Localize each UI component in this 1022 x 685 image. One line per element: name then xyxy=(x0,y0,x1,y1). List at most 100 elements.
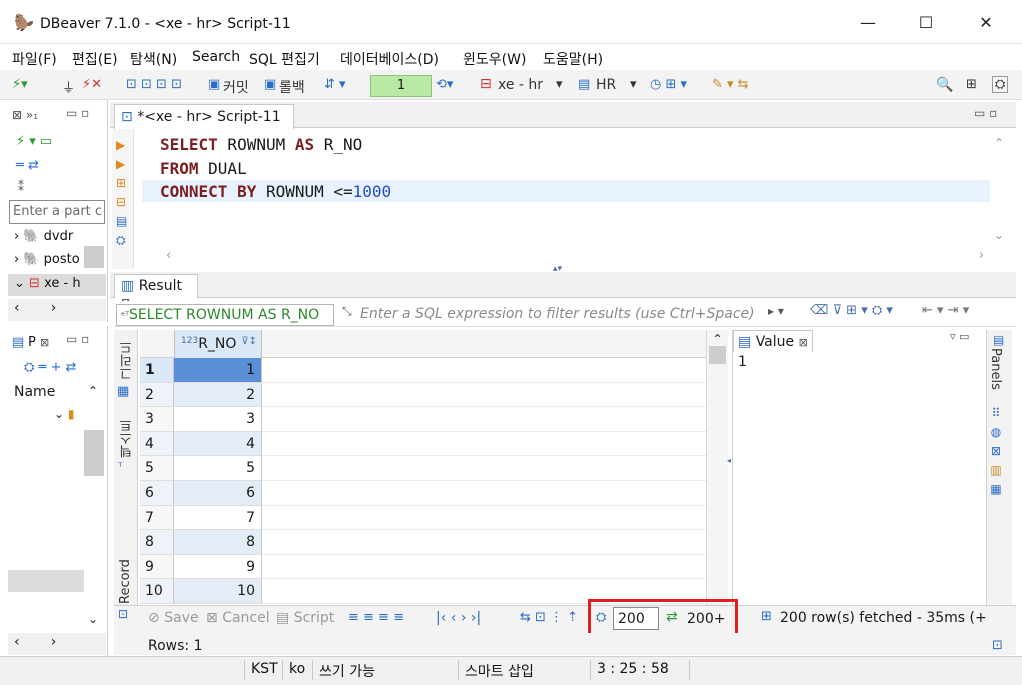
search-icon[interactable]: 🔍 xyxy=(936,77,953,93)
grid-view-tab[interactable]: 그리드 xyxy=(118,338,137,380)
panels-icons[interactable]: ⠿ ◍ ⊠ ▥ ▦ xyxy=(989,404,1003,499)
menu-database[interactable]: 데이터베이스(D) xyxy=(340,49,439,69)
menu-sql-editor[interactable]: SQL 편집기 xyxy=(249,49,320,69)
navigator-link-icon[interactable]: ⁑ xyxy=(18,180,24,194)
navigator-tab-icons[interactable]: ⊠ »₁ xyxy=(12,108,38,122)
menu-file[interactable]: 파일(F) xyxy=(12,49,57,69)
navigator-scrollbar-thumb[interactable] xyxy=(84,246,104,268)
navigator-collapse-icon[interactable]: ═ ⇄ xyxy=(16,158,39,173)
filter-expand-icon[interactable]: ⤡ xyxy=(342,304,352,319)
navigator-scrollbar[interactable] xyxy=(84,226,104,292)
active-connection-selector[interactable]: xe - hr xyxy=(498,77,543,93)
cell-r-no[interactable]: 3 xyxy=(174,407,262,432)
row-number[interactable]: 8 xyxy=(140,530,174,555)
projects-scroll-down-icon[interactable]: ⌄ xyxy=(88,612,98,626)
menu-search[interactable]: Search xyxy=(192,49,240,65)
column-header-r-no[interactable]: 123R_NO ⊽↕ xyxy=(174,330,262,358)
menu-help[interactable]: 도움말(H) xyxy=(543,49,603,69)
text-view-tab[interactable]: 텍스트 xyxy=(118,416,137,458)
row-number[interactable]: 9 xyxy=(140,554,174,580)
row-number[interactable]: 7 xyxy=(140,505,174,531)
row-number[interactable]: 1 xyxy=(140,358,174,383)
tree-item-postgres[interactable]: › 🐘 posto xyxy=(14,252,80,267)
active-query-label[interactable]: ᵉᵀSELECT ROWNUM AS R_NO xyxy=(116,304,334,326)
save-button[interactable]: ⊘ Save xyxy=(148,610,199,626)
code-line-1[interactable]: SELECT ROWNUM AS R_NO xyxy=(160,135,362,154)
rollback-icon[interactable]: ▣ xyxy=(264,77,276,92)
grid-scroll-up-icon[interactable]: ⌃ xyxy=(707,332,728,346)
menu-window[interactable]: 윈도우(W) xyxy=(463,49,526,69)
page-navigation-icons[interactable]: |‹ ‹ › ›| xyxy=(436,610,481,626)
tools-icon[interactable]: ✎ ▾ ⇆ xyxy=(712,77,749,92)
toggle-panels-icon[interactable]: ⊡ xyxy=(992,638,1003,653)
projects-hscrollbar[interactable]: ‹ › xyxy=(8,633,106,655)
add-row-icon[interactable]: ⊡ xyxy=(118,607,128,621)
connect-icon[interactable]: ⏚ xyxy=(62,77,75,96)
column-sort-icon[interactable]: ⊽↕ xyxy=(241,336,257,347)
menu-edit[interactable]: 편집(E) xyxy=(72,49,118,69)
commit-button[interactable]: 커밋 xyxy=(223,77,249,97)
row-number[interactable]: 6 xyxy=(140,481,174,506)
navigator-new-connection-icon[interactable]: ⚡ ▾ ▭ xyxy=(16,134,52,149)
cancel-button[interactable]: ⊠ Cancel xyxy=(206,610,270,626)
projects-hscrollbar-thumb[interactable] xyxy=(8,570,84,592)
script-11-tab[interactable]: ⊡ *<xe - hr> Script-11 ⊠ xyxy=(114,104,294,140)
transaction-log-icon[interactable]: ⇵ ▾ xyxy=(324,77,346,92)
project-expand-icon[interactable]: ⌄ ▮ xyxy=(54,407,74,421)
filter-apply-icon[interactable]: ▸ ▾ xyxy=(768,304,784,318)
transaction-mode-icon[interactable]: ⊡ ⊡ ⊡ ⊡ xyxy=(126,77,182,92)
editor-side-toolbar[interactable]: ▶ ▶ ⊞ ⊟ ▤ ⛭ xyxy=(116,136,127,250)
cell-r-no[interactable]: 2 xyxy=(174,382,262,408)
cell-r-no[interactable]: 7 xyxy=(174,505,262,531)
editor-minimize-icon[interactable]: ▭ ▫ xyxy=(974,106,997,120)
tree-item-dvdrental[interactable]: › 🐘 dvdr xyxy=(14,229,73,244)
editor-hscrollbar[interactable]: ‹ › xyxy=(140,248,990,266)
dbeaver-perspective-icon[interactable]: ⛭ xyxy=(992,76,1009,93)
navigator-hscrollbar[interactable]: ‹ › xyxy=(8,299,106,321)
filter-history-arrows[interactable]: ⇤ ▾ ⇥ ▾ xyxy=(922,303,969,318)
row-number[interactable]: 10 xyxy=(140,579,174,604)
close-button[interactable]: ✕ xyxy=(966,10,1006,36)
grid-scrollbar-thumb[interactable] xyxy=(709,346,726,364)
navigator-filter-input[interactable]: Enter a part c xyxy=(9,200,105,224)
row-number[interactable]: 3 xyxy=(140,407,174,432)
open-perspective-icon[interactable]: ⊞ xyxy=(966,77,977,92)
cell-r-no[interactable]: 9 xyxy=(174,554,262,580)
rollback-button[interactable]: 롤백 xyxy=(279,77,305,97)
cell-r-no[interactable]: 6 xyxy=(174,481,262,506)
value-panel-menu-icon[interactable]: ▿ ▭ xyxy=(950,330,969,343)
projects-toolbar-icons[interactable]: ⛭ ═ + ⇄ xyxy=(24,360,76,375)
navigator-minimize-icon[interactable]: ▭ ▫ xyxy=(66,106,89,120)
menu-navigate[interactable]: 탐색(N) xyxy=(130,49,177,69)
disconnect-icon[interactable]: ⚡✕ xyxy=(82,77,102,92)
cell-r-no[interactable]: 5 xyxy=(174,456,262,481)
panel-splitter-icon[interactable]: ◂ xyxy=(727,456,731,465)
projects-tab[interactable]: P xyxy=(28,335,36,350)
minimize-button[interactable]: — xyxy=(848,10,888,36)
maximize-button[interactable]: ☐ xyxy=(906,10,946,36)
result-tab[interactable]: ▥ Result ⊠ xyxy=(114,274,198,309)
active-schema-selector[interactable]: HR xyxy=(596,77,616,93)
projects-tab-close-icon[interactable]: ⊠ xyxy=(40,336,49,349)
projects-scrollbar-thumb[interactable] xyxy=(84,430,104,476)
editor-scroll-up-icon[interactable]: ⌃ xyxy=(994,136,1004,150)
grid-tools-icons[interactable]: ⇆ ⊡ ⋮ ⇡ xyxy=(520,610,578,625)
commit-icon[interactable]: ▣ xyxy=(208,77,220,92)
history-icon[interactable]: ⟲▾ xyxy=(436,77,453,92)
projects-sort-icon[interactable]: ⌃ xyxy=(88,384,98,398)
row-edit-icons[interactable]: ≡ ≡ ≡ ≡ xyxy=(348,610,404,625)
row-number[interactable]: 4 xyxy=(140,431,174,457)
grid-vscrollbar[interactable]: ⌃ ⌄ xyxy=(706,330,728,605)
value-tab-close-icon[interactable]: ⊠ xyxy=(799,336,808,349)
cell-r-no[interactable]: 10 xyxy=(174,579,262,604)
projects-minimize-icon[interactable]: ▭ ▫ xyxy=(66,332,89,346)
editor-scroll-down-icon[interactable]: ⌄ xyxy=(994,228,1004,242)
result-filter-input[interactable]: Enter a SQL expression to filter results… xyxy=(360,306,755,322)
code-line-2[interactable]: FROM DUAL xyxy=(160,159,247,178)
pending-transactions-counter[interactable]: 1 xyxy=(370,75,432,97)
dashboard-icon[interactable]: ◷ ⊞ ▾ xyxy=(650,77,687,92)
cell-r-no[interactable]: 1 xyxy=(174,358,262,383)
cell-r-no[interactable]: 4 xyxy=(174,431,262,457)
value-tab[interactable]: ▤ Value ⊠ xyxy=(733,330,813,352)
panels-tab[interactable]: Panels xyxy=(988,348,1003,390)
